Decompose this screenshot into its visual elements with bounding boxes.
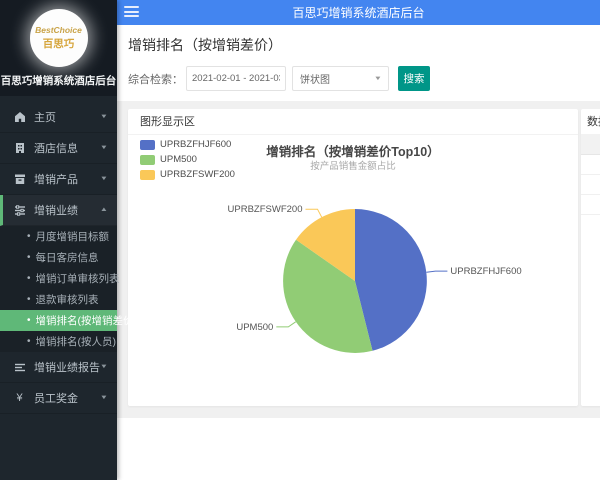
sidebar-header: BestChoice 百思巧 百思巧增销系统酒店后台 xyxy=(0,0,117,96)
app-logo: BestChoice 百思巧 xyxy=(29,9,88,67)
yen-icon: ¥ xyxy=(16,392,23,404)
search-button[interactable]: 搜索 xyxy=(398,66,430,91)
performance-submenu: • 月度增销目标额 • 每日客房信息 • 增销订单审核列表 • 退款审核列表 •… xyxy=(0,226,137,352)
chevron-down-icon: ▼ xyxy=(99,176,109,182)
sidebar-item-label: 增销业绩 xyxy=(34,205,78,217)
topbar-title: 百思巧增销系统酒店后台 xyxy=(292,6,425,20)
pie-slice-label: UPM500 xyxy=(236,322,273,333)
sidebar-subitem-rank-by-person[interactable]: • 增销排名(按人员) xyxy=(0,331,117,352)
sidebar-item-label: 增销产品 xyxy=(34,174,78,186)
sidebar-item-home[interactable]: 主页 ▼ xyxy=(0,102,117,133)
sidebar-subitem-daily-rooms[interactable]: • 每日客房信息 xyxy=(0,247,117,268)
sidebar-subitem-refund-review[interactable]: • 退款审核列表 xyxy=(0,289,117,310)
main-area: 百思巧增销系统酒店后台 增销排名（按增销差价） 综合检索： 饼状图 ▼ 搜索 图… xyxy=(117,0,600,480)
chart-type-select[interactable]: 饼状图 ▼ xyxy=(292,66,389,91)
search-toolbar: 综合检索： 饼状图 ▼ 搜索 xyxy=(128,66,600,91)
sidebar-item-products[interactable]: 增销产品 ▼ xyxy=(0,164,117,195)
sidebar-item-hotel-info[interactable]: 酒店信息 ▼ xyxy=(0,133,117,164)
pie-label-line xyxy=(426,270,448,273)
sidebar-item-performance[interactable]: 增销业绩 ▲ xyxy=(0,195,117,226)
sidebar-subitem-label: 增销排名(按增销差价) xyxy=(35,315,138,327)
sidebar-subitem-order-review[interactable]: • 增销订单审核列表 xyxy=(0,268,120,289)
bullet-icon: • xyxy=(27,252,31,263)
chart-legend: UPRBZFHJF600 UPM500 UPRBZFSWF200 xyxy=(140,137,235,182)
chevron-down-icon: ▼ xyxy=(99,114,109,120)
sidebar-item-label: 员工奖金 xyxy=(34,393,78,405)
pie-slice-label: UPRBZFSWF200 xyxy=(228,204,303,215)
legend-item[interactable]: UPRBZFHJF600 xyxy=(140,137,235,152)
chevron-down-icon: ▼ xyxy=(373,75,383,82)
table-row xyxy=(581,175,600,195)
bullet-icon: • xyxy=(27,315,31,326)
hamburger-menu-icon[interactable] xyxy=(124,6,139,20)
data-panel: 数据显示区 xyxy=(581,109,600,406)
sidebar-item-performance-report[interactable]: 增销业绩报告 ▼ xyxy=(0,352,117,383)
data-table-header xyxy=(581,135,600,155)
page-header: 增销排名（按增销差价） 综合检索： 饼状图 ▼ 搜索 xyxy=(117,25,600,91)
legend-label: UPRBZFHJF600 xyxy=(160,139,232,150)
sliders-icon xyxy=(13,204,26,217)
legend-color-chip xyxy=(140,139,155,150)
chart-type-selected-value: 饼状图 xyxy=(300,75,330,86)
sidebar-menu: 主页 ▼ 酒店信息 ▼ 增销产品 ▼ 增销业绩 ▲ • 月度增销目标额 • 每日… xyxy=(0,102,137,414)
table-row xyxy=(581,155,600,175)
search-label: 综合检索： xyxy=(128,73,183,86)
legend-item[interactable]: UPRBZFSWF200 xyxy=(140,167,235,182)
table-row xyxy=(581,195,600,215)
date-range-input[interactable] xyxy=(186,66,286,91)
chevron-down-icon: ▼ xyxy=(99,145,109,151)
top-bar: 百思巧增销系统酒店后台 xyxy=(117,0,600,25)
chart-panel-title: 图形显示区 xyxy=(128,109,578,135)
page-title: 增销排名（按增销差价） xyxy=(128,37,282,53)
legend-color-chip xyxy=(140,169,155,180)
sidebar-subitem-monthly-target[interactable]: • 月度增销目标额 xyxy=(0,226,117,247)
pie-chart: UPRBZFHJF600 UPM500 UPRBZFSWF200 增销排名（按增销差… xyxy=(128,135,578,406)
home-icon xyxy=(13,111,26,124)
bullet-icon: • xyxy=(27,231,31,242)
sidebar-subitem-label: 增销排名(按人员) xyxy=(35,336,117,348)
legend-item[interactable]: UPM500 xyxy=(140,152,235,167)
data-panel-title: 数据显示区 xyxy=(581,109,600,135)
legend-label: UPRBZFSWF200 xyxy=(160,169,235,180)
building-icon xyxy=(13,142,26,155)
content-area: 图形显示区 UPRBZFHJF600 UPM500 UPRBZFSWF200 增销排… xyxy=(117,101,600,418)
sidebar-subitem-label: 增销订单审核列表 xyxy=(35,273,120,285)
sidebar-subitem-rank-by-margin[interactable]: • 增销排名(按增销差价) xyxy=(0,310,137,331)
chevron-up-icon: ▲ xyxy=(99,207,109,213)
sidebar-subitem-label: 退款审核列表 xyxy=(35,294,99,306)
sidebar-item-label: 增销业绩报告 xyxy=(34,362,100,374)
sidebar-subitem-label: 月度增销目标额 xyxy=(35,231,110,243)
bullet-icon: • xyxy=(27,336,31,347)
bullet-icon: • xyxy=(27,294,31,305)
legend-label: UPM500 xyxy=(160,154,197,165)
logo-text-cn: 百思巧 xyxy=(42,38,75,50)
sidebar: BestChoice 百思巧 百思巧增销系统酒店后台 主页 ▼ 酒店信息 ▼ 增… xyxy=(0,0,137,480)
bar-chart-icon xyxy=(13,361,26,374)
pie-label-line xyxy=(305,208,323,218)
box-icon xyxy=(13,173,26,186)
chevron-down-icon: ▼ xyxy=(99,395,109,401)
logo-text-en: BestChoice xyxy=(35,25,82,35)
chart-panel: 图形显示区 UPRBZFHJF600 UPM500 UPRBZFSWF200 增销排… xyxy=(128,109,578,406)
sidebar-subitem-label: 每日客房信息 xyxy=(35,252,99,264)
sidebar-title: 百思巧增销系统酒店后台 xyxy=(0,75,117,87)
pie-slice-label: UPRBZFHJF600 xyxy=(450,266,521,277)
sidebar-item-employee-bonus[interactable]: ¥ 员工奖金 ▼ xyxy=(0,383,117,414)
chevron-down-icon: ▼ xyxy=(99,364,109,370)
legend-color-chip xyxy=(140,154,155,165)
bullet-icon: • xyxy=(27,273,31,284)
sidebar-item-label: 酒店信息 xyxy=(34,143,78,155)
pie-label-line xyxy=(276,321,296,328)
sidebar-item-label: 主页 xyxy=(34,112,56,124)
